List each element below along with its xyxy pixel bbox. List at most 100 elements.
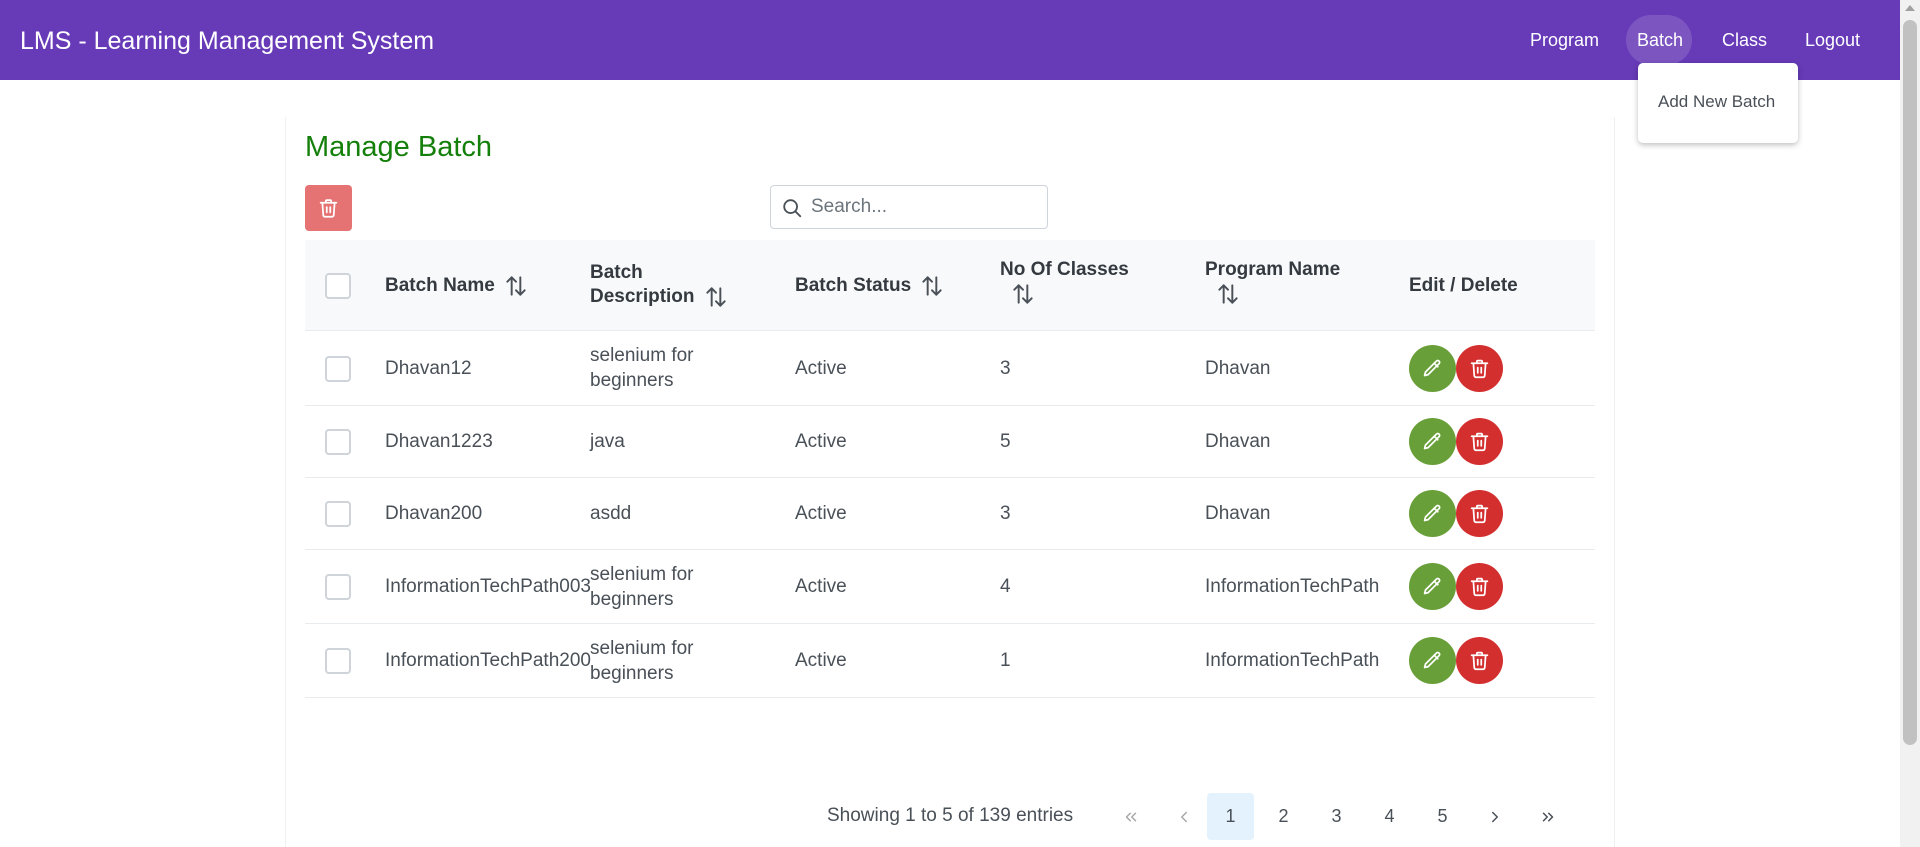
angle-double-right-icon xyxy=(1542,812,1553,821)
row-program-name: Dhavan xyxy=(1205,431,1271,452)
last-page-button[interactable] xyxy=(1524,793,1571,840)
cell-batch-name: InformationTechPath003 xyxy=(385,550,591,623)
row-checkbox[interactable] xyxy=(325,648,351,674)
edit-button[interactable] xyxy=(1409,563,1456,610)
delete-button[interactable] xyxy=(1456,345,1503,392)
col-batch-name-label: Batch Name xyxy=(385,275,495,296)
row-batch-name: InformationTechPath003 xyxy=(385,576,591,597)
edit-button[interactable] xyxy=(1409,490,1456,537)
row-description-line: beginners xyxy=(590,588,674,610)
select-all-checkbox[interactable] xyxy=(325,273,351,299)
col-batch-description[interactable]: Batch Description xyxy=(590,240,729,331)
edit-button[interactable] xyxy=(1409,345,1456,392)
page-button-5[interactable]: 5 xyxy=(1419,793,1466,840)
page-report: Showing 1 to 5 of 139 entries xyxy=(827,805,1074,826)
sort-icon[interactable] xyxy=(503,273,529,299)
edit-button[interactable] xyxy=(1409,418,1456,465)
table-row: Dhavan200 asdd Active 3 Dhavan xyxy=(305,478,1595,550)
page-button-1[interactable]: 1 xyxy=(1207,793,1254,840)
row-batch-name: Dhavan200 xyxy=(385,503,483,524)
row-description-line: java xyxy=(590,431,625,452)
angle-left-icon xyxy=(1180,811,1187,822)
row-no-of-classes: 5 xyxy=(1000,431,1011,452)
page-button-4[interactable]: 4 xyxy=(1366,793,1413,840)
page-button-3[interactable]: 3 xyxy=(1313,793,1360,840)
cell-batch-name: InformationTechPath200 xyxy=(385,624,591,697)
row-checkbox[interactable] xyxy=(325,356,351,382)
cell-program-name: Dhavan xyxy=(1205,331,1271,405)
table-body: Dhavan12 selenium for beginners Active 3 Dhav… xyxy=(305,331,1595,698)
row-checkbox[interactable] xyxy=(325,501,351,527)
trash-icon xyxy=(319,199,338,218)
table-row: Dhavan12 selenium for beginners Active 3 Dhav… xyxy=(305,331,1595,406)
delete-button[interactable] xyxy=(1456,418,1503,465)
col-program-name[interactable]: Program Name xyxy=(1205,240,1340,331)
batch-dropdown-menu: Add New Batch xyxy=(1638,63,1798,143)
prev-page-button[interactable] xyxy=(1160,793,1207,840)
cell-program-name: InformationTechPath xyxy=(1205,550,1379,623)
row-program-name: Dhavan xyxy=(1205,357,1271,379)
cell-batch-status: Active xyxy=(795,331,847,405)
delete-button[interactable] xyxy=(1456,563,1503,610)
nav-program[interactable]: Program xyxy=(1530,29,1599,51)
row-batch-status: Active xyxy=(795,357,847,379)
row-batch-status: Active xyxy=(795,503,847,524)
row-description-line: asdd xyxy=(590,503,632,524)
cell-no-of-classes: 3 xyxy=(1000,478,1011,549)
app-title: LMS - Learning Management System xyxy=(20,27,435,55)
top-navbar: LMS - Learning Management System Program… xyxy=(0,0,1900,80)
col-batch-status[interactable]: Batch Status xyxy=(795,240,945,331)
search-box xyxy=(770,185,1048,229)
row-checkbox[interactable] xyxy=(325,574,351,600)
table-header: Batch Name Batch Description Batch Statu… xyxy=(305,240,1595,331)
delete-button[interactable] xyxy=(1456,637,1503,684)
page-title: Manage Batch xyxy=(305,131,493,163)
cell-no-of-classes: 3 xyxy=(1000,331,1011,405)
sort-icon[interactable] xyxy=(1010,281,1036,307)
nav-class[interactable]: Class xyxy=(1722,29,1767,51)
delete-button[interactable] xyxy=(1456,490,1503,537)
row-program-name: Dhavan xyxy=(1205,503,1271,524)
scroll-up-arrow[interactable] xyxy=(1905,5,1915,11)
next-page-button[interactable] xyxy=(1471,793,1518,840)
cell-no-of-classes: 1 xyxy=(1000,624,1011,697)
row-no-of-classes: 1 xyxy=(1000,650,1011,671)
row-batch-status: Active xyxy=(795,650,847,671)
row-no-of-classes: 3 xyxy=(1000,357,1011,379)
page-button-2[interactable]: 2 xyxy=(1260,793,1307,840)
trash-icon xyxy=(1470,359,1489,379)
pencil-icon xyxy=(1423,432,1441,450)
sort-icon[interactable] xyxy=(703,284,729,310)
nav-logout[interactable]: Logout xyxy=(1805,29,1860,51)
add-new-batch-item[interactable]: Add New Batch xyxy=(1658,92,1775,112)
row-checkbox[interactable] xyxy=(325,429,351,455)
row-description-line: beginners xyxy=(590,662,674,684)
col-batch-status-label: Batch Status xyxy=(795,275,912,296)
first-page-button[interactable] xyxy=(1107,793,1154,840)
col-edit-delete: Edit / Delete xyxy=(1409,240,1518,331)
col-batch-name[interactable]: Batch Name xyxy=(385,240,529,331)
cell-program-name: Dhavan xyxy=(1205,406,1271,477)
search-input[interactable] xyxy=(811,192,1041,222)
row-batch-name: Dhavan1223 xyxy=(385,431,493,452)
trash-icon xyxy=(1470,577,1489,597)
col-batch-description-line2: Description xyxy=(590,285,695,307)
cell-program-name: InformationTechPath xyxy=(1205,624,1379,697)
nav-batch[interactable]: Batch xyxy=(1637,29,1683,51)
row-batch-name: Dhavan12 xyxy=(385,357,472,379)
table-row: Dhavan1223 java Active 5 Dhavan xyxy=(305,406,1595,478)
col-no-of-classes[interactable]: No Of Classes xyxy=(1000,240,1129,331)
sort-icon[interactable] xyxy=(1215,281,1241,307)
angle-double-left-icon xyxy=(1125,812,1136,821)
row-program-name: InformationTechPath xyxy=(1205,576,1380,597)
cell-batch-status: Active xyxy=(795,624,847,697)
edit-button[interactable] xyxy=(1409,637,1456,684)
row-batch-name: InformationTechPath200 xyxy=(385,650,591,671)
sort-icon[interactable] xyxy=(919,273,945,299)
cell-batch-description: java xyxy=(590,406,720,477)
trash-icon xyxy=(1470,504,1489,524)
cell-batch-name: Dhavan200 xyxy=(385,478,482,549)
bulk-delete-button[interactable] xyxy=(305,185,352,231)
scrollbar-thumb[interactable] xyxy=(1903,20,1917,745)
angle-right-icon xyxy=(1491,811,1498,822)
